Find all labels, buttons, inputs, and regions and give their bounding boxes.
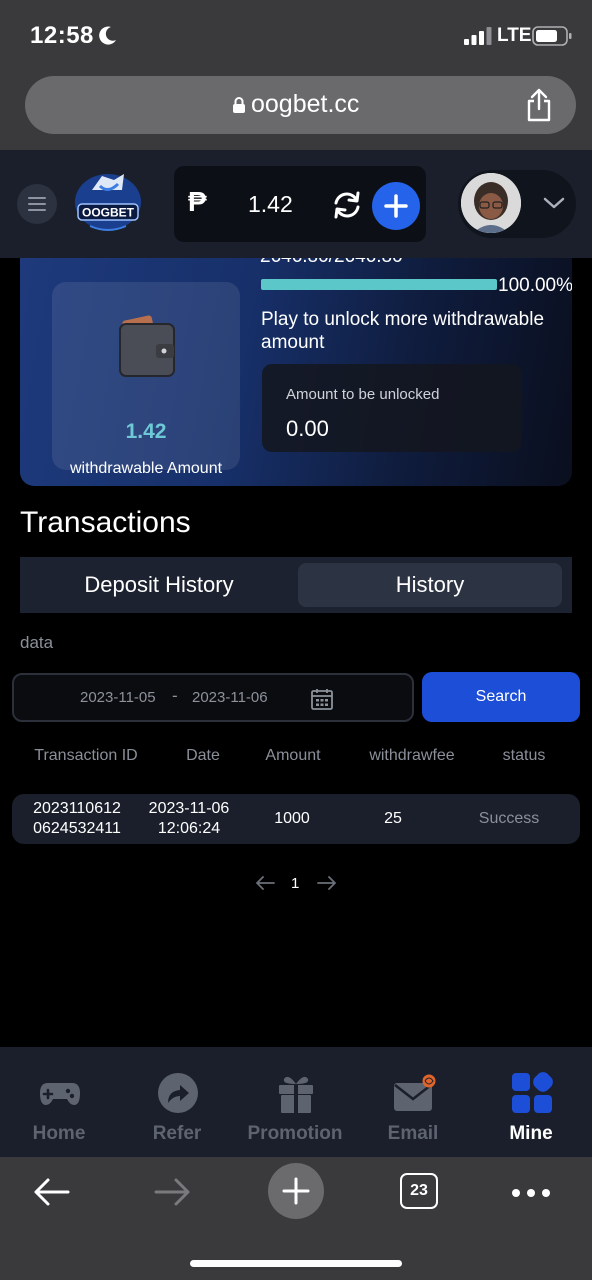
chevron-down-icon [543,197,565,209]
nav-refer-label: Refer [152,1123,202,1144]
gift-icon [279,1076,313,1113]
tab-history[interactable]: History [298,563,562,607]
date-separator: - [172,686,178,705]
unlock-box: Amount to be unlocked 0.00 [262,364,522,452]
unlock-label: Amount to be unlocked [286,386,440,403]
address-bar[interactable]: oogbet.cc [25,76,576,134]
nav-email[interactable]: Email [354,1047,472,1157]
bottom-nav: Home Refer Promotion Email Mine [0,1047,592,1157]
site-header: OOGBET ₱ 1.42 [0,150,592,258]
withdrawable-amount: 1.42 [125,420,167,443]
nav-mine-label: Mine [509,1123,553,1144]
transaction-time: 12:06:24 [157,820,221,837]
wallet-card: 1.42 withdrawable Amount 2646.80/2646.80… [20,258,572,486]
unlock-message: Play to unlock more withdrawable amount [261,309,545,353]
arrow-left-icon[interactable] [254,875,276,891]
date-start[interactable]: 2023-11-05 [80,689,156,706]
date-range-picker[interactable]: 2023-11-05 - 2023-11-06 [12,673,414,722]
transaction-id-cell: 2023110612 0624532411 [22,799,132,839]
share-icon[interactable] [525,88,553,122]
transaction-tabs: Deposit History History [20,557,572,613]
home-indicator [190,1260,402,1267]
page-number[interactable]: 1 [291,875,299,892]
currency-symbol: ₱ [188,186,207,217]
gamepad-icon [40,1083,80,1105]
more-icon[interactable] [511,1188,551,1198]
lock-icon [233,97,245,113]
site-logo[interactable]: OOGBET [70,170,146,236]
hamburger-icon [28,197,46,211]
date-filter-label: data [20,633,54,652]
back-arrow-icon[interactable] [32,1177,70,1207]
transactions-title: Transactions [20,506,191,539]
signal-icon [464,27,492,45]
browser-toolbar: 23 [0,1157,592,1280]
forward-arrow-icon[interactable] [154,1177,192,1207]
status-bar: 12:58 LTE [0,0,592,72]
transaction-id-part: 2023110612 [33,800,121,817]
avatar-image [461,173,521,233]
turnover-progress-fill [261,279,497,290]
mail-icon [394,1074,436,1111]
account-menu[interactable] [458,170,576,238]
tab-deposit-history[interactable]: Deposit History [20,563,298,607]
column-header-transaction-id: Transaction ID [34,747,138,764]
tab-count-button[interactable]: 23 [400,1173,438,1209]
turnover-progress-percent: 100.00% [498,275,572,296]
plus-icon [282,1177,310,1205]
nav-home[interactable]: Home [0,1047,118,1157]
table-row: 2023110612 0624532411 2023-11-06 12:06:2… [12,794,580,844]
moon-icon [99,26,116,45]
balance-box: ₱ 1.42 [174,166,426,242]
withdrawable-label: withdrawable Amount [69,460,223,477]
column-header-date: Date [186,747,220,764]
battery-icon [532,26,572,46]
logo-text: OOGBET [82,206,135,220]
fee-cell: 25 [384,810,402,827]
date-end[interactable]: 2023-11-06 [192,689,268,706]
plus-icon [384,194,408,218]
url-text: oogbet.cc [251,90,360,118]
transaction-date: 2023-11-06 [148,800,230,817]
search-button[interactable]: Search [422,672,580,722]
column-header-amount: Amount [265,747,321,764]
grid-icon [512,1072,553,1113]
column-header-status: status [502,747,546,764]
network-type: LTE [497,25,532,46]
share-arrow-icon [158,1073,198,1113]
browser-address-area: oogbet.cc [0,72,592,150]
status-cell: Success [478,810,540,827]
nav-home-label: Home [32,1123,86,1144]
refresh-icon[interactable] [332,191,362,219]
withdrawable-tile: 1.42 withdrawable Amount [52,282,240,477]
deposit-plus-button[interactable] [372,182,420,230]
menu-button[interactable] [17,184,57,224]
new-tab-button[interactable] [268,1163,324,1219]
calendar-icon[interactable] [310,687,334,711]
avatar[interactable] [461,173,521,233]
nav-refer[interactable]: Refer [118,1047,236,1157]
turnover-progress-bar [261,279,497,290]
pagination: 1 [250,872,342,896]
arrow-right-icon[interactable] [316,875,338,891]
nav-promotion-label: Promotion [247,1123,343,1144]
turnover-progress-text: 2646.80/2646.80 [260,258,403,268]
nav-email-label: Email [387,1123,439,1144]
transaction-id-part: 0624532411 [33,820,121,837]
wallet-icon [119,315,175,377]
unlock-value: 0.00 [286,416,329,441]
amount-cell: 1000 [274,810,310,827]
nav-mine[interactable]: Mine [472,1047,590,1157]
balance-value: 1.42 [248,191,293,217]
status-time: 12:58 [30,22,94,49]
nav-promotion[interactable]: Promotion [236,1047,354,1157]
date-cell: 2023-11-06 12:06:24 [138,799,240,839]
column-header-withdrawfee: withdrawfee [369,747,455,764]
